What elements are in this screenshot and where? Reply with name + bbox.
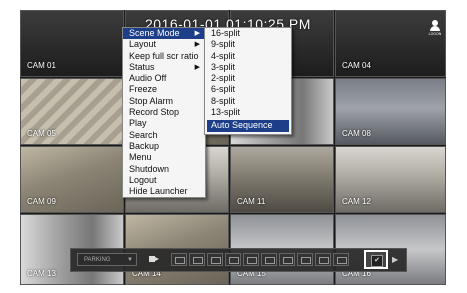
logon-icon[interactable]: LOGON	[428, 20, 442, 38]
camera-tile-cam-08[interactable]: CAM 08	[335, 78, 446, 145]
layout-button[interactable]	[189, 253, 205, 266]
launcher-bar: PARKING ▼ ✔ ▶	[70, 248, 407, 272]
submenu-item-6-split[interactable]: 6-split	[205, 84, 291, 95]
check-icon: ✔	[371, 255, 383, 267]
layout-button[interactable]	[243, 253, 259, 266]
menu-item-record-stop[interactable]: Record Stop	[123, 107, 205, 118]
camera-icon-lens	[155, 257, 159, 261]
camera-label: CAM 11	[237, 197, 266, 206]
menu-item-label: Audio Off	[129, 73, 167, 84]
layout-button[interactable]	[315, 253, 331, 266]
submenu-item-label: 6-split	[211, 84, 236, 95]
layout-button[interactable]	[171, 253, 187, 266]
menu-item-label: Backup	[129, 140, 160, 151]
camera-tile-cam-09[interactable]: CAM 09	[20, 146, 124, 213]
selected-launcher-button[interactable]: ✔	[364, 250, 388, 269]
submenu-item-13-split[interactable]: 13-split	[205, 107, 291, 118]
menu-item-label: Play	[129, 118, 147, 129]
menu-item-logout[interactable]: Logout	[123, 175, 205, 186]
chevron-right-icon[interactable]: ▶	[392, 253, 400, 266]
menu-item-freeze[interactable]: Freeze	[123, 84, 205, 95]
submenu-item-4-split[interactable]: 4-split	[205, 51, 291, 62]
submenu-item-2-split[interactable]: 2-split	[205, 73, 291, 84]
chevron-down-icon: ▼	[127, 257, 133, 263]
menu-item-label: Hide Launcher	[129, 186, 188, 197]
chevron-right-icon: ▶	[194, 30, 200, 37]
menu-item-scene-mode[interactable]: Scene Mode ▶	[123, 28, 205, 40]
layout-button[interactable]	[297, 253, 313, 266]
layout-button[interactable]	[333, 253, 349, 266]
menu-item-search[interactable]: Search	[123, 130, 205, 141]
submenu-item-3-split[interactable]: 3-split	[205, 62, 291, 73]
menu-item-label: Layout	[129, 39, 157, 50]
submenu-item-8-split[interactable]: 8-split	[205, 96, 291, 107]
submenu-item-label: Auto Sequence	[211, 120, 273, 131]
context-menu: Scene Mode ▶ Layout ▶ Keep full scr rati…	[122, 27, 206, 199]
menu-item-backup[interactable]: Backup	[123, 141, 205, 152]
menu-item-label: Stop Alarm	[129, 95, 174, 106]
menu-item-keep-full-scr-ratio[interactable]: Keep full scr ratio	[123, 51, 205, 62]
submenu-item-label: 3-split	[211, 61, 236, 72]
camera-tile-cam-12[interactable]: CAM 12	[335, 146, 446, 213]
submenu-item-16-split[interactable]: 16-split	[205, 28, 291, 39]
menu-item-label: Shutdown	[129, 163, 170, 174]
logon-icon-body	[430, 26, 440, 31]
layout-button[interactable]	[261, 253, 277, 266]
camera-tile-cam-05[interactable]: CAM 05	[20, 78, 124, 145]
menu-item-hide-launcher[interactable]: Hide Launcher	[123, 186, 205, 197]
camera-label: CAM 01	[27, 61, 56, 70]
camera-label: CAM 13	[27, 269, 56, 278]
menu-item-layout[interactable]: Layout ▶	[123, 39, 205, 50]
menu-item-status[interactable]: Status ▶	[123, 62, 205, 73]
submenu-item-9-split[interactable]: 9-split	[205, 39, 291, 50]
camera-tile-cam-01[interactable]: CAM 01	[20, 10, 124, 77]
camera-label: CAM 12	[342, 197, 371, 206]
menu-item-label: Scene Mode	[129, 28, 180, 38]
layout-button[interactable]	[279, 253, 295, 266]
camera-label: CAM 04	[342, 61, 371, 70]
menu-item-stop-alarm[interactable]: Stop Alarm	[123, 96, 205, 107]
submenu-item-label: 13-split	[211, 107, 241, 118]
menu-item-audio-off[interactable]: Audio Off	[123, 73, 205, 84]
submenu-item-label: 8-split	[211, 95, 236, 106]
mode-select-value: PARKING	[84, 257, 111, 263]
submenu-item-label: 4-split	[211, 50, 236, 61]
camera-tile-cam-11[interactable]: CAM 11	[230, 146, 334, 213]
menu-item-play[interactable]: Play	[123, 118, 205, 129]
submenu-item-label: 9-split	[211, 39, 236, 50]
menu-item-label: Search	[129, 129, 158, 140]
menu-item-label: Freeze	[129, 84, 158, 95]
submenu-item-label: 16-split	[211, 28, 241, 38]
camera-icon[interactable]	[149, 255, 159, 263]
logon-label: LOGON	[428, 32, 442, 36]
chevron-right-icon: ▶	[194, 63, 200, 71]
menu-item-label: Keep full scr ratio	[129, 50, 199, 61]
menu-item-label: Logout	[129, 174, 157, 185]
scene-mode-submenu: 16-split 9-split 4-split 3-split 2-split…	[204, 27, 292, 135]
camera-label: CAM 08	[342, 129, 371, 138]
mode-select[interactable]: PARKING ▼	[77, 253, 137, 266]
menu-item-label: Record Stop	[129, 107, 180, 118]
menu-item-menu[interactable]: Menu	[123, 152, 205, 163]
chevron-right-icon: ▶	[194, 41, 200, 49]
submenu-item-auto-sequence[interactable]: Auto Sequence	[207, 120, 289, 132]
layout-button[interactable]	[207, 253, 223, 266]
camera-label: CAM 05	[27, 129, 56, 138]
menu-item-shutdown[interactable]: Shutdown	[123, 164, 205, 175]
menu-item-label: Menu	[129, 152, 152, 163]
layout-button[interactable]	[225, 253, 241, 266]
submenu-item-label: 2-split	[211, 73, 236, 84]
camera-label: CAM 09	[27, 197, 56, 206]
menu-item-label: Status	[129, 61, 155, 72]
